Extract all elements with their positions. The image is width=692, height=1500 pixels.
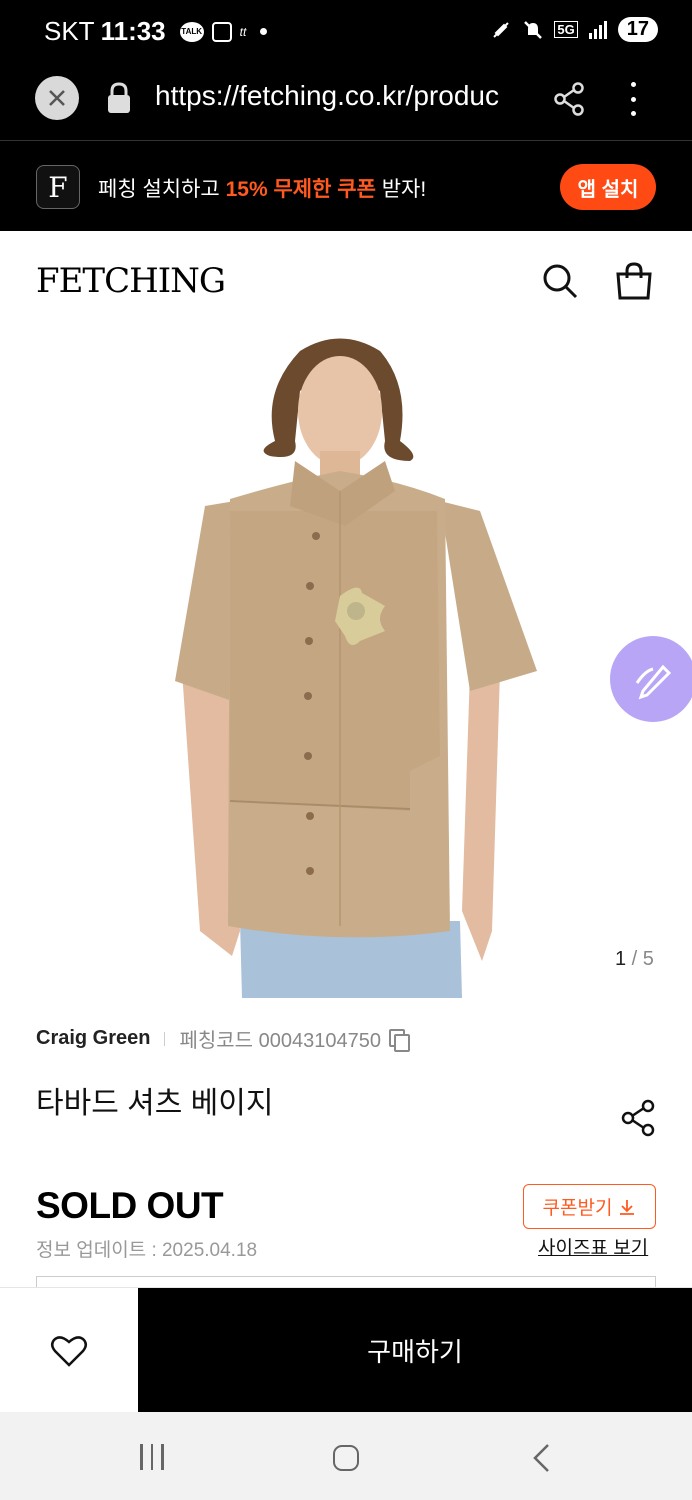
kakaotalk-icon: TALK — [179, 21, 204, 42]
signal-icon — [588, 20, 607, 39]
battery-level: 17 — [617, 17, 658, 42]
brand-name[interactable]: Craig Green — [36, 1027, 150, 1050]
buy-button[interactable]: 구매하기 — [138, 1288, 692, 1413]
more-menu-button[interactable] — [626, 82, 640, 116]
dot-icon — [630, 82, 636, 87]
back-icon[interactable] — [530, 1443, 554, 1473]
lock-icon — [108, 82, 130, 113]
coupon-button[interactable]: 쿠폰받기 — [523, 1184, 656, 1229]
home-button[interactable] — [333, 1445, 359, 1471]
copy-icon[interactable] — [389, 1028, 410, 1052]
image-separator: / — [626, 948, 643, 970]
image-total: 5 — [642, 948, 654, 970]
carrier-label: SKT — [44, 16, 95, 46]
bar-icon — [140, 1444, 143, 1470]
browser-url-bar: https://fetching.co.kr/produc — [0, 62, 692, 140]
app-install-banner: F 페칭 설치하고 15% 무제한 쿠폰 받자! 앱 설치 — [0, 140, 692, 232]
download-icon — [620, 1199, 635, 1215]
divider — [164, 1031, 166, 1046]
banner-text-after: 받자! — [375, 178, 427, 201]
system-nav-bar — [0, 1412, 692, 1500]
screenshot-icon — [211, 21, 232, 42]
bar-icon — [161, 1444, 164, 1470]
size-chart-link[interactable]: 사이즈표 보기 — [538, 1233, 648, 1260]
banner-highlight: 15% 무제한 쿠폰 — [225, 178, 376, 201]
site-logo[interactable]: FETCHING — [36, 261, 226, 301]
fetching-app-icon: F — [36, 165, 80, 209]
product-image-gallery[interactable] — [0, 331, 692, 998]
install-app-button[interactable]: 앱 설치 — [560, 164, 656, 210]
dot-icon — [630, 96, 636, 102]
clock: 11:33 — [100, 16, 166, 46]
mute-icon — [524, 20, 543, 39]
shopping-bag-icon[interactable] — [614, 261, 654, 301]
close-tab-button[interactable] — [35, 76, 79, 120]
search-icon[interactable] — [540, 261, 580, 301]
url-text[interactable]: https://fetching.co.kr/produc — [155, 80, 530, 112]
brand-row: Craig Green 페칭코드 00043104750 — [36, 1024, 410, 1053]
more-notifications-icon — [260, 28, 268, 35]
bar-icon — [150, 1444, 153, 1470]
coupon-label: 쿠폰받기 — [542, 1198, 613, 1219]
close-icon — [49, 90, 65, 106]
edit-floating-button[interactable] — [610, 636, 692, 722]
image-counter: 1 / 5 — [615, 948, 654, 971]
status-bar: SKT 11:33 TALK tt 5G 17 — [0, 0, 692, 62]
dot-icon — [630, 111, 636, 116]
bottom-action-bar: 구매하기 — [0, 1287, 692, 1413]
sold-out-label: SOLD OUT — [36, 1185, 224, 1226]
banner-message: 페칭 설치하고 15% 무제한 쿠폰 받자! — [98, 173, 426, 203]
network-label: 5G — [554, 21, 578, 38]
wishlist-button[interactable] — [0, 1288, 138, 1413]
share-icon[interactable] — [553, 82, 585, 116]
status-right: 5G 17 — [490, 17, 658, 42]
banner-text-before: 페칭 설치하고 — [98, 178, 226, 201]
product-photo — [0, 331, 692, 998]
product-title: 타바드 셔츠 베이지 — [36, 1087, 274, 1120]
notification-icons: TALK tt — [179, 21, 268, 42]
share-icon[interactable] — [620, 1099, 656, 1137]
status-left: SKT 11:33 TALK tt — [44, 16, 268, 47]
no-sync-icon — [493, 21, 510, 38]
image-current: 1 — [615, 948, 627, 970]
app-notification-icon: tt — [239, 24, 247, 39]
update-info: 정보 업데이트 : 2025.04.18 — [36, 1240, 258, 1261]
pencil-icon — [635, 664, 672, 700]
product-code: 페칭코드 00043104750 — [179, 1030, 381, 1052]
site-header: FETCHING — [0, 231, 692, 331]
heart-icon — [51, 1335, 87, 1367]
recent-apps-button[interactable] — [140, 1444, 164, 1470]
